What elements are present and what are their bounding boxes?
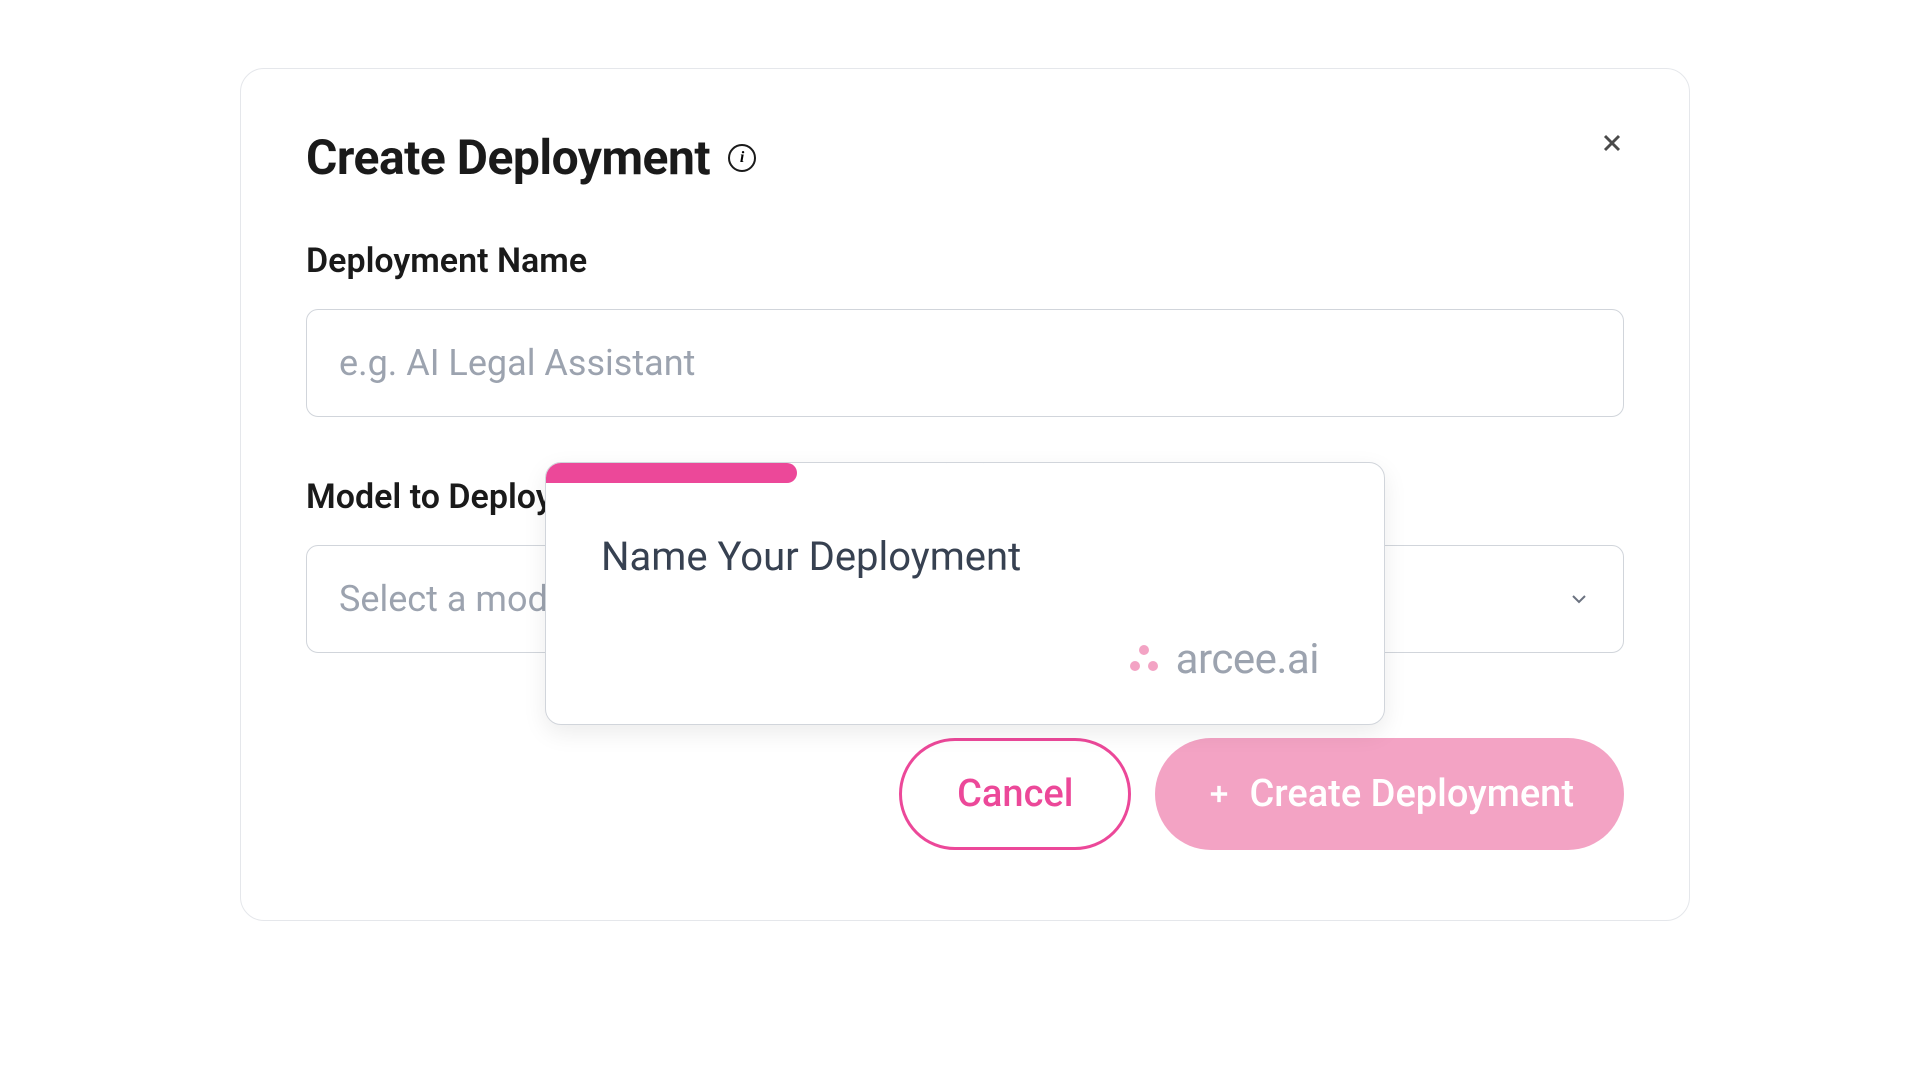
chevron-down-icon [1567, 587, 1591, 611]
onboarding-tooltip: Name Your Deployment arcee.ai [545, 462, 1385, 725]
deployment-name-input[interactable] [306, 309, 1624, 417]
create-deployment-button[interactable]: Create Deployment [1155, 738, 1624, 850]
tooltip-progress-bar [546, 463, 797, 483]
title-group: Create Deployment i [306, 129, 756, 186]
cancel-button[interactable]: Cancel [899, 738, 1131, 850]
info-icon[interactable]: i [728, 144, 756, 172]
plus-icon [1205, 780, 1233, 808]
tooltip-content: Name Your Deployment arcee.ai [546, 483, 1384, 724]
close-button[interactable] [1590, 121, 1634, 165]
model-select-placeholder: Select a model [339, 578, 576, 620]
close-icon [1598, 129, 1626, 157]
modal-title: Create Deployment [306, 129, 710, 186]
tooltip-brand: arcee.ai [601, 635, 1329, 684]
brand-logo-icon [1124, 640, 1164, 680]
deployment-name-label: Deployment Name [306, 241, 1624, 281]
create-button-label: Create Deployment [1249, 772, 1574, 816]
tooltip-title: Name Your Deployment [601, 533, 1329, 580]
button-row: Cancel Create Deployment [306, 738, 1624, 850]
deployment-name-group: Deployment Name [306, 241, 1624, 417]
brand-text: arcee.ai [1176, 635, 1319, 684]
modal-header: Create Deployment i [306, 129, 1624, 186]
